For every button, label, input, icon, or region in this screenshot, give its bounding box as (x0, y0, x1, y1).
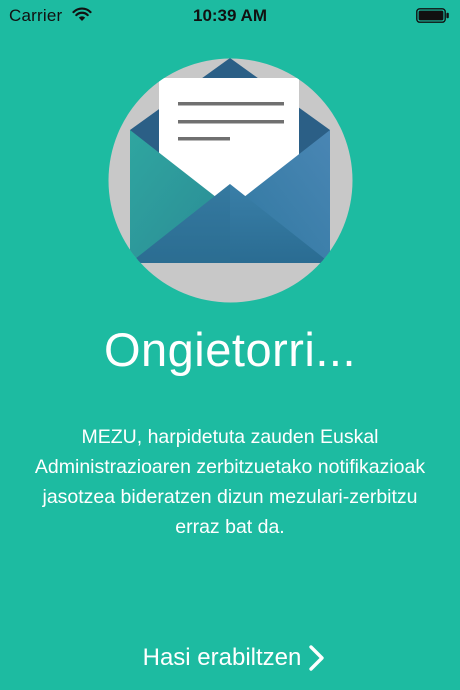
envelope-icon (108, 58, 353, 303)
chevron-right-icon (309, 645, 325, 671)
clock: 10:39 AM (192, 6, 267, 25)
start-button[interactable]: Hasi erabiltzen (130, 638, 340, 678)
battery-icon (416, 8, 449, 23)
welcome-title: Ongietorri... (103, 323, 357, 376)
welcome-description: MEZU, harpidetuta zauden Euskal Administ… (34, 426, 426, 538)
start-button-label: Hasi erabiltzen (142, 644, 302, 671)
welcome-screen: Carrier 10:39 AM Ongietorri... MEZU, har… (0, 0, 460, 690)
status-bar: Carrier 10:39 AM (0, 0, 460, 32)
